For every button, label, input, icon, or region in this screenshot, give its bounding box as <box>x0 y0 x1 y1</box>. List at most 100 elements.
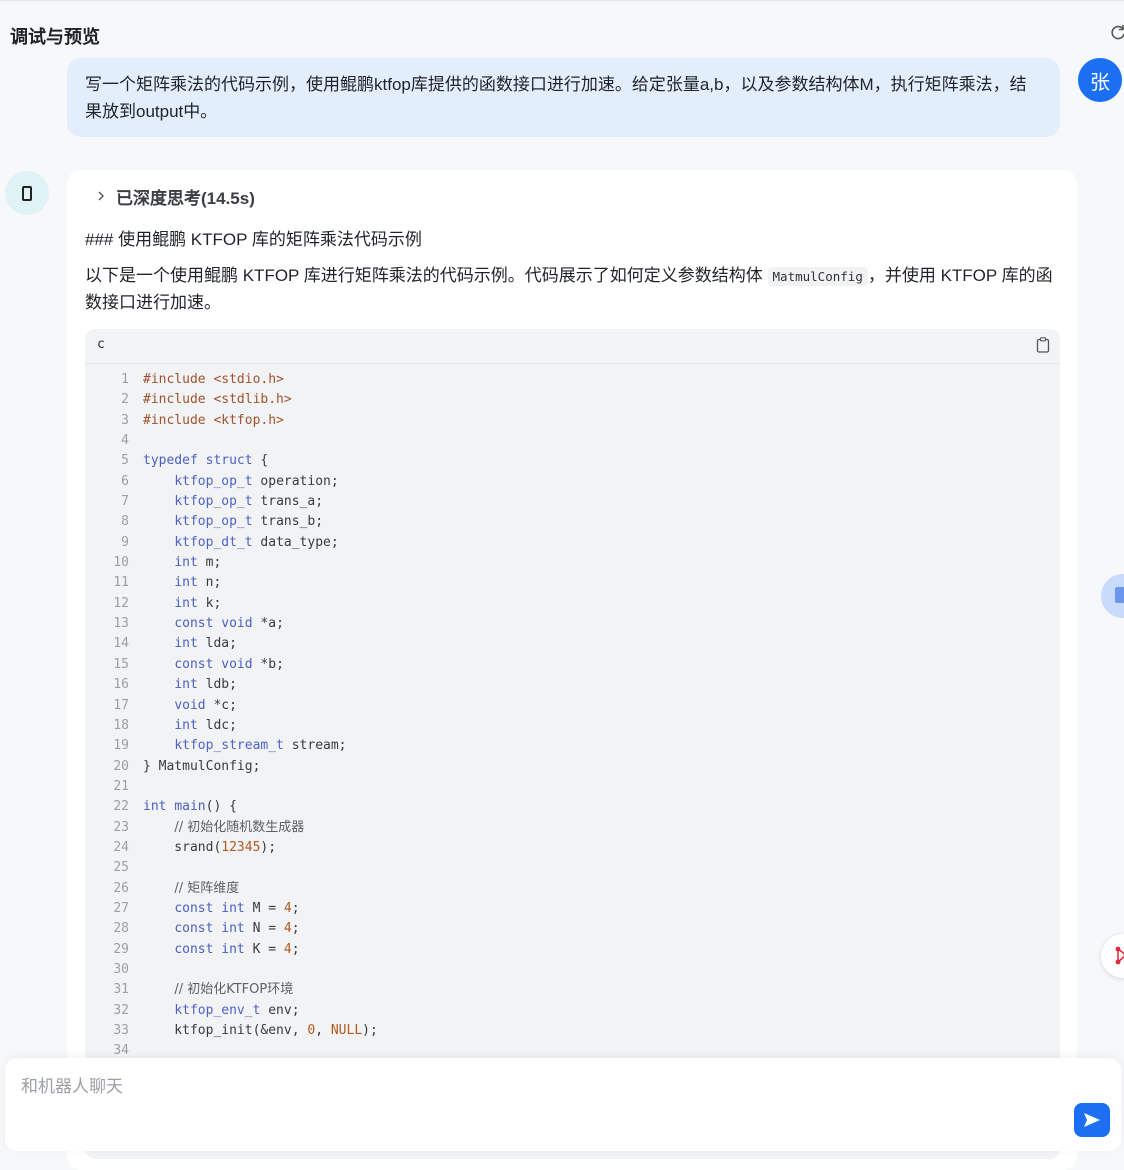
copy-icon[interactable] <box>1036 337 1050 353</box>
line-number: 24 <box>85 838 129 858</box>
code-text: ktfop_dt_t data_type; <box>129 533 339 553</box>
code-line: 31 // 初始化KTFOP环境 <box>85 980 1060 1000</box>
code-line: 28 const int N = 4; <box>85 919 1060 939</box>
code-text: #include <stdio.h> <box>129 370 284 390</box>
line-number: 27 <box>85 899 129 919</box>
code-line: 15 const void *b; <box>85 655 1060 675</box>
code-text: // 初始化随机数生成器 <box>129 818 304 838</box>
code-line: 9 ktfop_dt_t data_type; <box>85 533 1060 553</box>
code-line: 13 const void *a; <box>85 614 1060 634</box>
line-number: 16 <box>85 675 129 695</box>
code-block: c 1#include <stdio.h>2#include <stdlib.h… <box>85 329 1060 1159</box>
code-text: int k; <box>129 594 221 614</box>
line-number: 11 <box>85 573 129 593</box>
send-icon <box>1083 1112 1101 1128</box>
thinking-label: 已深度思考(14.5s) <box>116 184 255 209</box>
code-line: 25 <box>85 858 1060 878</box>
line-number: 31 <box>85 980 129 1000</box>
code-text <box>129 960 143 980</box>
workflow-button[interactable] <box>1101 934 1124 978</box>
code-text: void *c; <box>129 696 237 716</box>
answer-heading: ### 使用鲲鹏 KTFOP 库的矩阵乘法代码示例 <box>85 225 422 250</box>
user-avatar-text: 张 <box>1090 66 1110 95</box>
header-bar: 调试与预览 <box>0 0 1124 63</box>
code-text: const void *b; <box>129 655 284 675</box>
line-number: 6 <box>85 472 129 492</box>
refresh-icon[interactable] <box>1108 23 1124 43</box>
line-number: 26 <box>85 879 129 899</box>
code-text: int n; <box>129 573 221 593</box>
user-message-text: 写一个矩阵乘法的代码示例，使用鲲鹏ktfop库提供的函数接口进行加速。给定张量a… <box>85 75 1027 121</box>
code-body: 1#include <stdio.h>2#include <stdlib.h>3… <box>85 370 1060 1062</box>
code-text: int ldb; <box>129 675 237 695</box>
code-text: ktfop_op_t operation; <box>129 472 339 492</box>
line-number: 1 <box>85 370 129 390</box>
code-line: 19 ktfop_stream_t stream; <box>85 736 1060 756</box>
code-text: const int K = 4; <box>129 940 300 960</box>
code-text: const int M = 4; <box>129 899 300 919</box>
line-number: 7 <box>85 492 129 512</box>
line-number: 33 <box>85 1021 129 1041</box>
line-number: 17 <box>85 696 129 716</box>
code-line: 4 <box>85 431 1060 451</box>
code-line: 5typedef struct { <box>85 451 1060 471</box>
code-line: 1#include <stdio.h> <box>85 370 1060 390</box>
line-number: 12 <box>85 594 129 614</box>
side-panel-button[interactable] <box>1101 574 1124 618</box>
chat-composer <box>5 1058 1121 1151</box>
code-line: 8 ktfop_op_t trans_b; <box>85 512 1060 532</box>
workflow-icon <box>1101 934 1124 978</box>
line-number: 22 <box>85 797 129 817</box>
code-text: #include <ktfop.h> <box>129 411 284 431</box>
code-line: 27 const int M = 4; <box>85 899 1060 919</box>
line-number: 18 <box>85 716 129 736</box>
code-text: int ldc; <box>129 716 237 736</box>
code-text: int main() { <box>129 797 237 817</box>
line-number: 4 <box>85 431 129 451</box>
code-text: ktfop_op_t trans_a; <box>129 492 323 512</box>
code-line: 18 int ldc; <box>85 716 1060 736</box>
line-number: 28 <box>85 919 129 939</box>
code-line: 17 void *c; <box>85 696 1060 716</box>
code-text: const int N = 4; <box>129 919 300 939</box>
code-text: const void *a; <box>129 614 284 634</box>
code-line: 23 // 初始化随机数生成器 <box>85 818 1060 838</box>
line-number: 14 <box>85 634 129 654</box>
code-text: // 矩阵维度 <box>129 879 239 899</box>
line-number: 9 <box>85 533 129 553</box>
code-text: // 初始化KTFOP环境 <box>129 980 293 1000</box>
para-text-before: 以下是一个使用鲲鹏 KTFOP 库进行矩阵乘法的代码示例。代码展示了如何定义参数… <box>85 266 768 285</box>
line-number: 13 <box>85 614 129 634</box>
bot-avatar <box>5 171 49 215</box>
line-number: 20 <box>85 757 129 777</box>
code-line: 32 ktfop_env_t env; <box>85 1001 1060 1021</box>
code-text <box>129 777 143 797</box>
chat-input[interactable] <box>19 1074 1023 1100</box>
line-number: 5 <box>85 451 129 471</box>
code-text: int lda; <box>129 634 237 654</box>
chevron-right-icon <box>96 191 106 201</box>
code-line: 22int main() { <box>85 797 1060 817</box>
line-number: 10 <box>85 553 129 573</box>
line-number: 8 <box>85 512 129 532</box>
code-line: 33 ktfop_init(&env, 0, NULL); <box>85 1021 1060 1041</box>
code-language: c <box>97 337 105 352</box>
code-text <box>129 858 143 878</box>
code-line: 11 int n; <box>85 573 1060 593</box>
code-line: 7 ktfop_op_t trans_a; <box>85 492 1060 512</box>
user-avatar[interactable]: 张 <box>1078 58 1122 102</box>
code-line: 3#include <ktfop.h> <box>85 411 1060 431</box>
code-text: ktfop_env_t env; <box>129 1001 300 1021</box>
thinking-toggle[interactable]: 已深度思考(14.5s) <box>96 185 255 207</box>
code-text: } MatmulConfig; <box>129 757 260 777</box>
line-number: 29 <box>85 940 129 960</box>
answer-paragraph: 以下是一个使用鲲鹏 KTFOP 库进行矩阵乘法的代码示例。代码展示了如何定义参数… <box>85 263 1065 316</box>
code-line: 29 const int K = 4; <box>85 940 1060 960</box>
send-button[interactable] <box>1074 1103 1110 1137</box>
code-line: 2#include <stdlib.h> <box>85 390 1060 410</box>
code-text: typedef struct { <box>129 451 268 471</box>
code-line: 21 <box>85 777 1060 797</box>
code-line: 16 int ldb; <box>85 675 1060 695</box>
line-number: 30 <box>85 960 129 980</box>
code-line: 30 <box>85 960 1060 980</box>
